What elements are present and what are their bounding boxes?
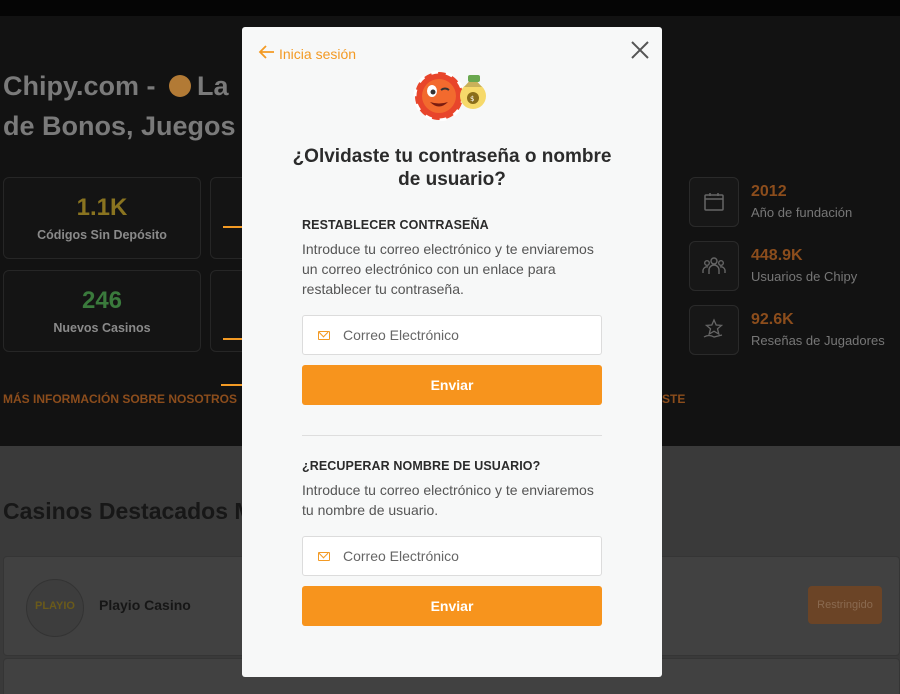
recover-username-description: Introduce tu correo electrónico y te env… — [302, 482, 594, 518]
medal-icon — [169, 74, 192, 97]
stat-card-no-deposit[interactable]: 1.1K Códigos Sin Depósito — [3, 177, 201, 259]
section-divider — [302, 435, 602, 436]
reset-email-input[interactable] — [343, 327, 583, 343]
more-info-link-right[interactable]: STE — [662, 392, 685, 406]
svg-text:$: $ — [470, 95, 474, 103]
arrow-left-icon — [258, 44, 275, 63]
hero-title: Chipy.com - La de Bonos, Juegos y — [3, 66, 263, 146]
back-to-login-link[interactable]: Inicia sesión — [258, 44, 356, 63]
reset-email-field[interactable] — [302, 315, 602, 355]
casino-logo[interactable]: PLAYIO — [26, 579, 84, 637]
restricted-badge[interactable]: Restringido — [808, 586, 882, 624]
close-button[interactable] — [628, 38, 652, 62]
right-stat-value: 92.6K — [751, 311, 794, 328]
calendar-icon — [689, 177, 739, 227]
right-stat-value: 2012 — [751, 183, 787, 200]
stat-label: Códigos Sin Depósito — [37, 228, 167, 242]
top-bar — [0, 0, 900, 16]
star-hand-icon — [689, 305, 739, 355]
reset-submit-button[interactable]: Enviar — [302, 365, 602, 405]
stat-label: Nuevos Casinos — [53, 321, 151, 335]
users-icon — [689, 241, 739, 291]
right-stat-label: Reseñas de Jugadores — [751, 333, 885, 348]
envelope-icon — [318, 551, 330, 561]
hero-title-line2: de Bonos, Juegos y — [3, 111, 259, 141]
modal-title: ¿Olvidaste tu contraseña o nombre de usu… — [292, 146, 612, 190]
more-info-link[interactable]: MÁS INFORMACIÓN SOBRE NOSOTROS — [3, 392, 237, 406]
casino-logo-text: PLAYIO — [35, 600, 75, 612]
envelope-icon — [318, 330, 330, 340]
section-title: Casinos Destacados M — [3, 498, 254, 524]
hero-title-text: Chipy.com - — [3, 71, 164, 101]
recover-username-heading: ¿RECUPERAR NOMBRE DE USUARIO? — [302, 459, 541, 473]
reset-password-heading: RESTABLECER CONTRASEÑA — [302, 218, 489, 232]
back-link-label: Inicia sesión — [279, 45, 357, 62]
right-stat-value: 448.9K — [751, 247, 803, 264]
recover-submit-button[interactable]: Enviar — [302, 586, 602, 626]
hero-title-text-2: La — [197, 71, 229, 101]
right-stat-label: Usuarios de Chipy — [751, 269, 858, 284]
recover-email-input[interactable] — [343, 548, 583, 564]
right-stat-label: Año de fundación — [751, 205, 853, 220]
chipy-mascot-logo: $ — [410, 65, 494, 122]
reset-password-description: Introduce tu correo electrónico y te env… — [302, 241, 594, 297]
casino-name[interactable]: Playio Casino — [99, 597, 191, 613]
recover-email-field[interactable] — [302, 536, 602, 576]
stat-value: 246 — [81, 287, 123, 314]
close-icon — [631, 41, 649, 59]
stat-card-new-casinos[interactable]: 246 Nuevos Casinos — [3, 270, 201, 352]
forgot-password-modal: Inicia sesión $ ¿Olvidaste tu contraseña… — [242, 27, 662, 677]
stat-value: 1.1K — [76, 194, 128, 221]
